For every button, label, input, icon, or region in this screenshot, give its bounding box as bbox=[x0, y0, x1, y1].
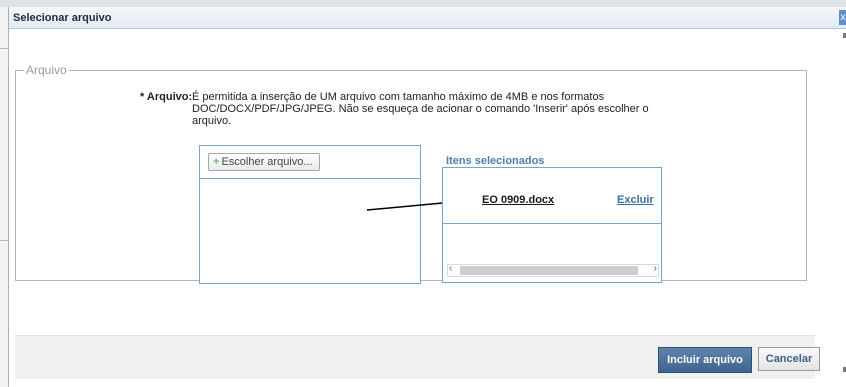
background-divider bbox=[0, 240, 8, 241]
choose-file-label: Escolher arquivo... bbox=[221, 156, 313, 168]
dialog-footer: Incluir arquivo Cancelar bbox=[15, 335, 820, 379]
include-file-button[interactable]: Incluir arquivo bbox=[658, 347, 752, 373]
selected-file-link[interactable]: EO 0909.docx bbox=[482, 194, 554, 206]
selected-items-list: EO 0909.docx Excluir ‹ › bbox=[442, 167, 662, 283]
upload-instructions: É permitida a inserção de UM arquivo com… bbox=[192, 91, 649, 127]
file-picker-toolbar: + Escolher arquivo... bbox=[200, 146, 420, 179]
dialog-titlebar: Selecionar arquivo x bbox=[9, 7, 846, 29]
plus-icon: + bbox=[213, 156, 220, 168]
remove-file-link[interactable]: Excluir bbox=[617, 194, 654, 206]
scrollbar-thumb[interactable] bbox=[460, 266, 638, 275]
scroll-right-icon[interactable]: › bbox=[654, 263, 657, 274]
horizontal-scrollbar[interactable]: ‹ › bbox=[447, 263, 659, 277]
dialog-title: Selecionar arquivo bbox=[13, 12, 112, 24]
list-divider bbox=[443, 223, 661, 224]
scroll-left-icon[interactable]: ‹ bbox=[449, 263, 452, 274]
cancel-button[interactable]: Cancelar bbox=[758, 347, 820, 371]
background-top-bar bbox=[0, 0, 846, 7]
arquivo-field-label: * Arquivo: bbox=[140, 91, 193, 103]
choose-file-button[interactable]: + Escolher arquivo... bbox=[208, 153, 320, 171]
selected-items-title: Itens selecionados bbox=[446, 155, 545, 167]
background-divider bbox=[0, 48, 8, 49]
close-button[interactable]: x bbox=[839, 10, 846, 25]
fieldset-legend: Arquivo bbox=[26, 63, 67, 77]
